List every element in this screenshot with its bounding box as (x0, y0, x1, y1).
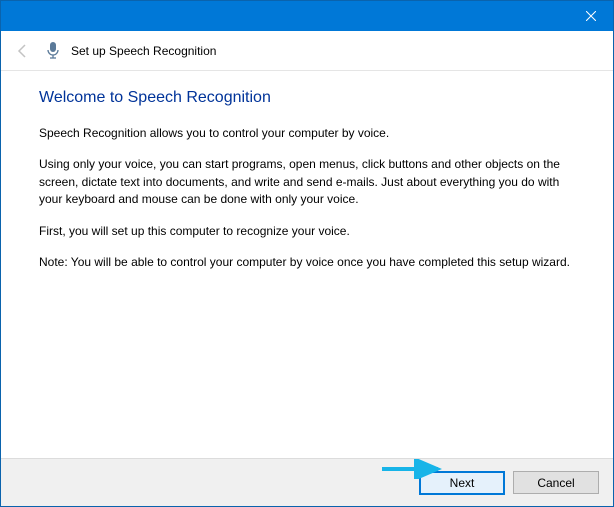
titlebar (1, 1, 613, 31)
close-icon (586, 11, 596, 21)
page-heading: Welcome to Speech Recognition (39, 89, 575, 107)
microphone-icon (43, 41, 63, 61)
back-arrow-icon (15, 43, 31, 59)
intro-paragraph-2: Using only your voice, you can start pro… (39, 156, 575, 208)
intro-paragraph-note: Note: You will be able to control your c… (39, 254, 575, 271)
intro-paragraph-1: Speech Recognition allows you to control… (39, 125, 575, 142)
wizard-window: Set up Speech Recognition Welcome to Spe… (0, 0, 614, 507)
content-area: Welcome to Speech Recognition Speech Rec… (1, 71, 613, 458)
window-title: Set up Speech Recognition (71, 44, 216, 58)
intro-paragraph-3: First, you will set up this computer to … (39, 223, 575, 240)
button-bar: Next Cancel (1, 458, 613, 506)
close-button[interactable] (568, 1, 613, 31)
back-button (11, 39, 35, 63)
header-bar: Set up Speech Recognition (1, 31, 613, 71)
cancel-button[interactable]: Cancel (513, 471, 599, 494)
next-button[interactable]: Next (419, 471, 505, 495)
